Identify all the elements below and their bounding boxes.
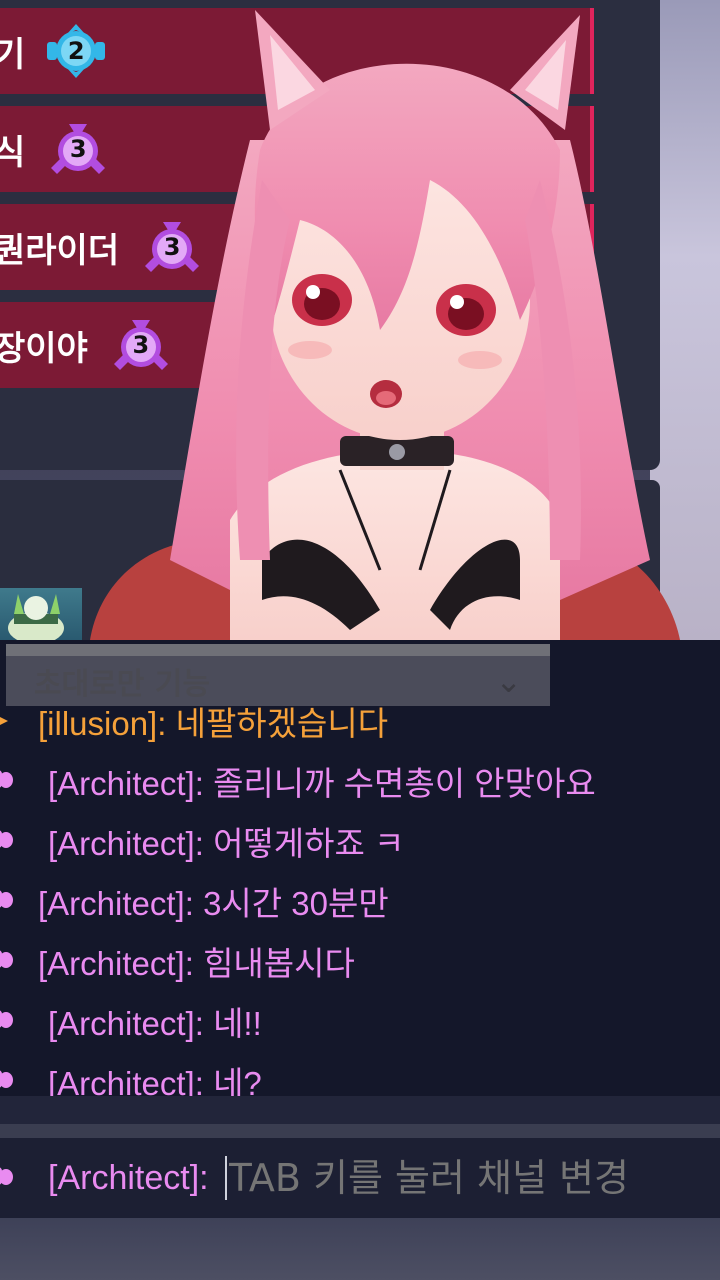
- chat-message: [Architect]: 힘내봅시다: [0, 936, 720, 986]
- game-viewport: 기 2 식 3 퀀라이더 3 장이야 3: [0, 0, 720, 640]
- paw-icon: [0, 830, 13, 848]
- input-speaker-label: [Architect]:: [48, 1158, 209, 1197]
- chat-input[interactable]: [224, 1156, 685, 1200]
- paw-icon: [0, 770, 13, 788]
- chat-divider: [0, 1124, 720, 1138]
- paw-icon: [0, 1070, 13, 1088]
- chat-input-bar: [Architect]:: [0, 1138, 720, 1218]
- chat-message: [Architect]: 3시간 30분만: [0, 876, 720, 926]
- vtuber-character: [90, 10, 680, 640]
- message-marker-icon: [0, 717, 8, 725]
- chat-message: [Architect]: 졸리니까 수면총이 안맞아요: [0, 756, 720, 806]
- paw-icon: [0, 890, 13, 908]
- footer-bar: [0, 1218, 720, 1280]
- chat-divider: [0, 1096, 720, 1124]
- chat-message: [Architect]: 어떻게하죠 ㅋ: [0, 816, 720, 866]
- chevron-down-icon: ⌄: [495, 662, 522, 700]
- paw-icon: [0, 1167, 13, 1185]
- paw-icon: [0, 950, 13, 968]
- chat-message: [Architect]: 네!!: [0, 996, 720, 1046]
- paw-icon: [0, 1010, 13, 1028]
- chat-message: [illusion]: 네팔하겠습니다: [0, 696, 720, 746]
